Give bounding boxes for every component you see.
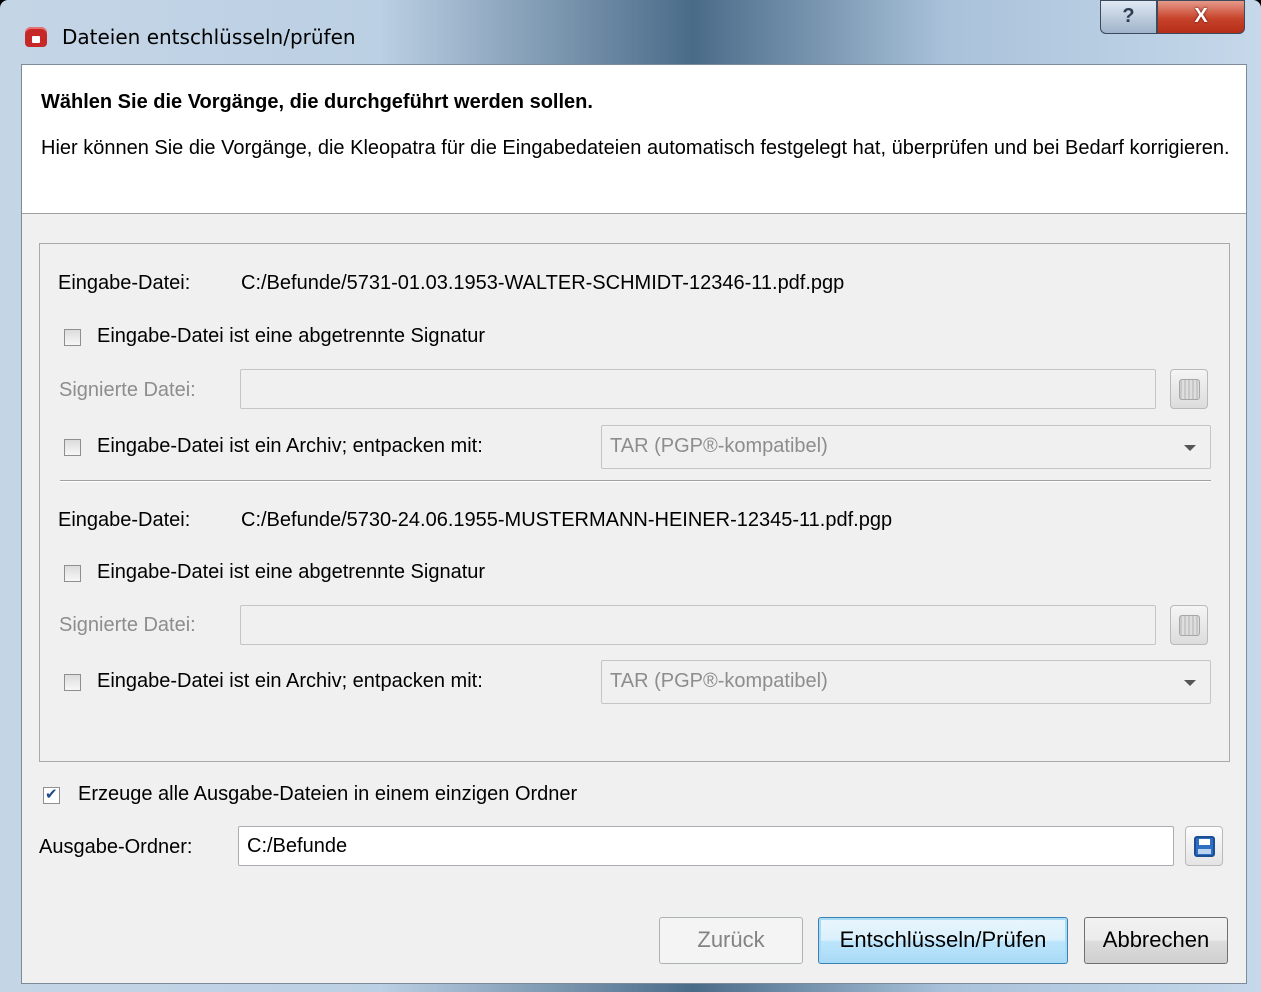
browse-output-folder-button[interactable]	[1185, 826, 1223, 866]
signed-file-input[interactable]	[240, 605, 1156, 645]
input-file-path: C:/Befunde/5731-01.03.1953-WALTER-SCHMID…	[241, 272, 845, 294]
detached-signature-checkbox[interactable]	[64, 329, 81, 346]
archive-checkbox[interactable]	[64, 674, 81, 691]
archive-label[interactable]: Eingabe-Datei ist ein Archiv; entpacken …	[97, 670, 483, 693]
header-description: Hier können Sie die Vorgänge, die Kleopa…	[41, 137, 1230, 159]
archive-format-value: TAR (PGP®-kompatibel)	[610, 670, 828, 692]
help-button[interactable]: ?	[1100, 0, 1157, 34]
detached-signature-checkbox[interactable]	[64, 565, 81, 582]
wizard-header: Wählen Sie die Vorgänge, die durchgeführ…	[22, 65, 1246, 214]
input-file-path: C:/Befunde/5730-24.06.1955-MUSTERMANN-HE…	[241, 509, 893, 531]
window-title: Dateien entschlüsseln/prüfen	[62, 25, 356, 49]
dialog-client-area: Wählen Sie die Vorgänge, die durchgeführ…	[21, 64, 1247, 984]
browse-signed-file-button[interactable]	[1170, 605, 1208, 645]
disk-icon	[1179, 615, 1200, 636]
signed-file-label: Signierte Datei:	[59, 614, 196, 636]
chevron-down-icon	[1184, 445, 1196, 451]
archive-format-value: TAR (PGP®-kompatibel)	[610, 435, 828, 457]
browse-signed-file-button[interactable]	[1170, 369, 1208, 409]
title-bar[interactable]: Dateien entschlüsseln/prüfen ? X	[0, 0, 1261, 64]
header-title: Wählen Sie die Vorgänge, die durchgeführ…	[41, 91, 593, 113]
input-files-group: Eingabe-Datei: C:/Befunde/5731-01.03.195…	[39, 243, 1230, 762]
archive-format-select[interactable]: TAR (PGP®-kompatibel)	[601, 425, 1211, 469]
dialog-window: Dateien entschlüsseln/prüfen ? X Wählen …	[0, 0, 1261, 992]
detached-signature-label[interactable]: Eingabe-Datei ist eine abgetrennte Signa…	[97, 561, 485, 584]
archive-format-select[interactable]: TAR (PGP®-kompatibel)	[601, 660, 1211, 704]
single-folder-checkbox[interactable]	[43, 785, 60, 804]
signed-file-label: Signierte Datei:	[59, 379, 196, 401]
input-file-label: Eingabe-Datei:	[58, 509, 191, 531]
disk-icon	[1194, 836, 1215, 857]
cancel-button[interactable]: Abbrechen	[1084, 917, 1228, 964]
close-button[interactable]: X	[1157, 0, 1245, 34]
archive-label[interactable]: Eingabe-Datei ist ein Archiv; entpacken …	[97, 435, 483, 458]
output-folder-label: Ausgabe-Ordner:	[39, 836, 193, 858]
archive-checkbox[interactable]	[64, 439, 81, 456]
decrypt-verify-button[interactable]: Entschlüsseln/Prüfen	[818, 917, 1068, 964]
chevron-down-icon	[1184, 680, 1196, 686]
detached-signature-label[interactable]: Eingabe-Datei ist eine abgetrennte Signa…	[97, 325, 485, 348]
output-folder-input[interactable]: C:/Befunde	[238, 826, 1174, 866]
single-folder-label[interactable]: Erzeuge alle Ausgabe-Dateien in einem ei…	[78, 783, 577, 806]
back-button[interactable]: Zurück	[659, 917, 803, 964]
file-separator	[60, 480, 1211, 482]
kleopatra-app-icon	[25, 27, 47, 47]
input-file-label: Eingabe-Datei:	[58, 272, 191, 294]
disk-icon	[1179, 379, 1200, 400]
signed-file-input[interactable]	[240, 369, 1156, 409]
